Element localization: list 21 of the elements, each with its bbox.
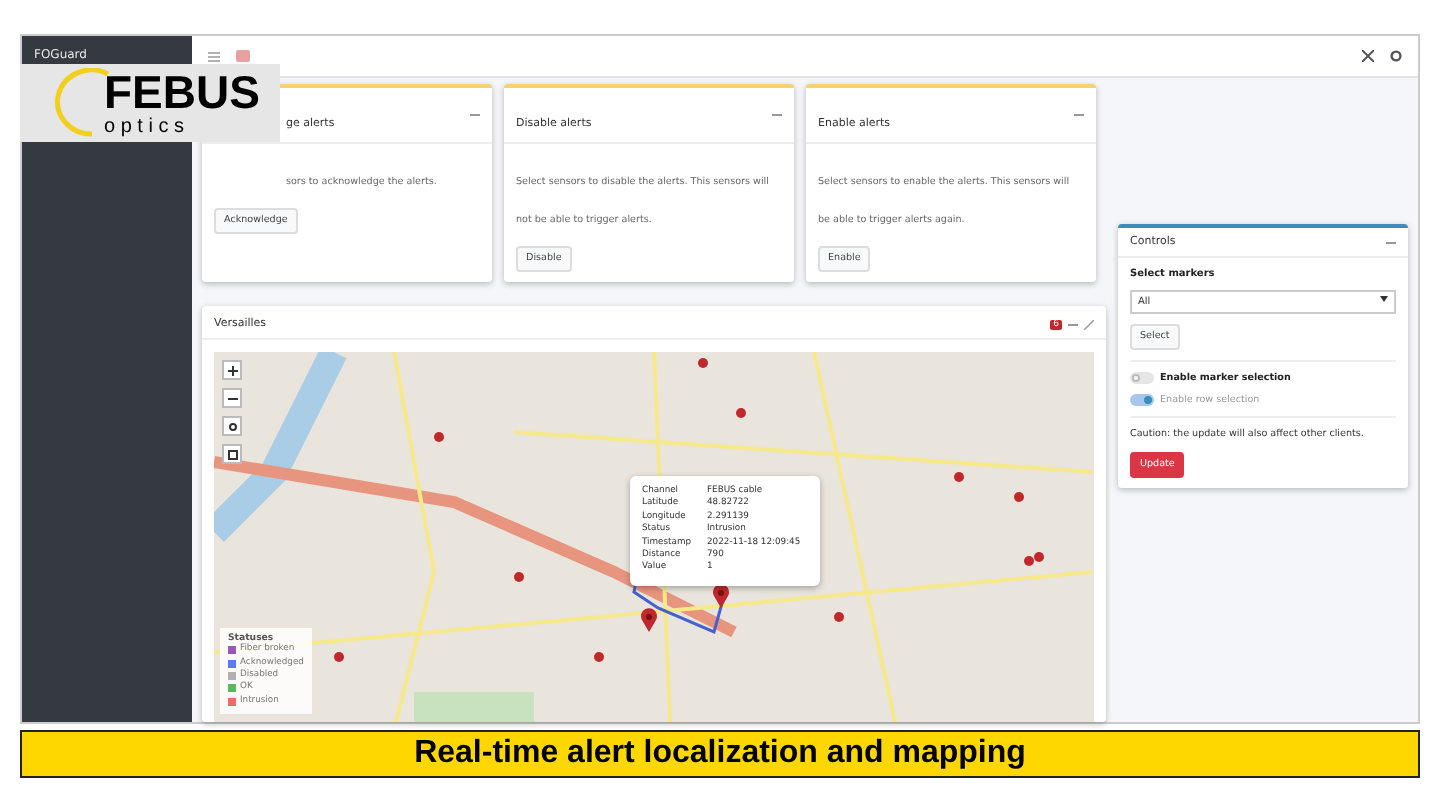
map-marker-icon[interactable] xyxy=(1014,492,1024,502)
toggle-switch[interactable] xyxy=(1130,372,1154,384)
map-marker-icon[interactable] xyxy=(954,472,964,482)
zoom-out-icon[interactable] xyxy=(222,388,242,408)
zoom-in-icon[interactable] xyxy=(222,360,242,380)
map-marker-icon[interactable] xyxy=(834,612,844,622)
map-marker-icon[interactable] xyxy=(514,572,524,582)
logo-tagline: o p t i c s xyxy=(104,115,185,137)
map-marker-icon[interactable] xyxy=(334,652,344,662)
map-marker-icon[interactable] xyxy=(1034,552,1044,562)
caret-icon xyxy=(1380,296,1388,302)
locate-icon[interactable] xyxy=(222,416,242,436)
map-marker-icon[interactable] xyxy=(736,408,746,418)
layers-icon[interactable] xyxy=(222,444,242,464)
map-pin-icon[interactable] xyxy=(640,608,658,632)
logo-wordmark: FEBUS xyxy=(104,69,260,115)
map-marker-icon[interactable] xyxy=(1024,556,1034,566)
map-marker-icon[interactable] xyxy=(698,358,708,368)
map-marker-icon[interactable] xyxy=(594,652,604,662)
caption-text: Real-time alert localization and mapping xyxy=(414,736,1026,772)
map-marker-icon[interactable] xyxy=(434,432,444,442)
